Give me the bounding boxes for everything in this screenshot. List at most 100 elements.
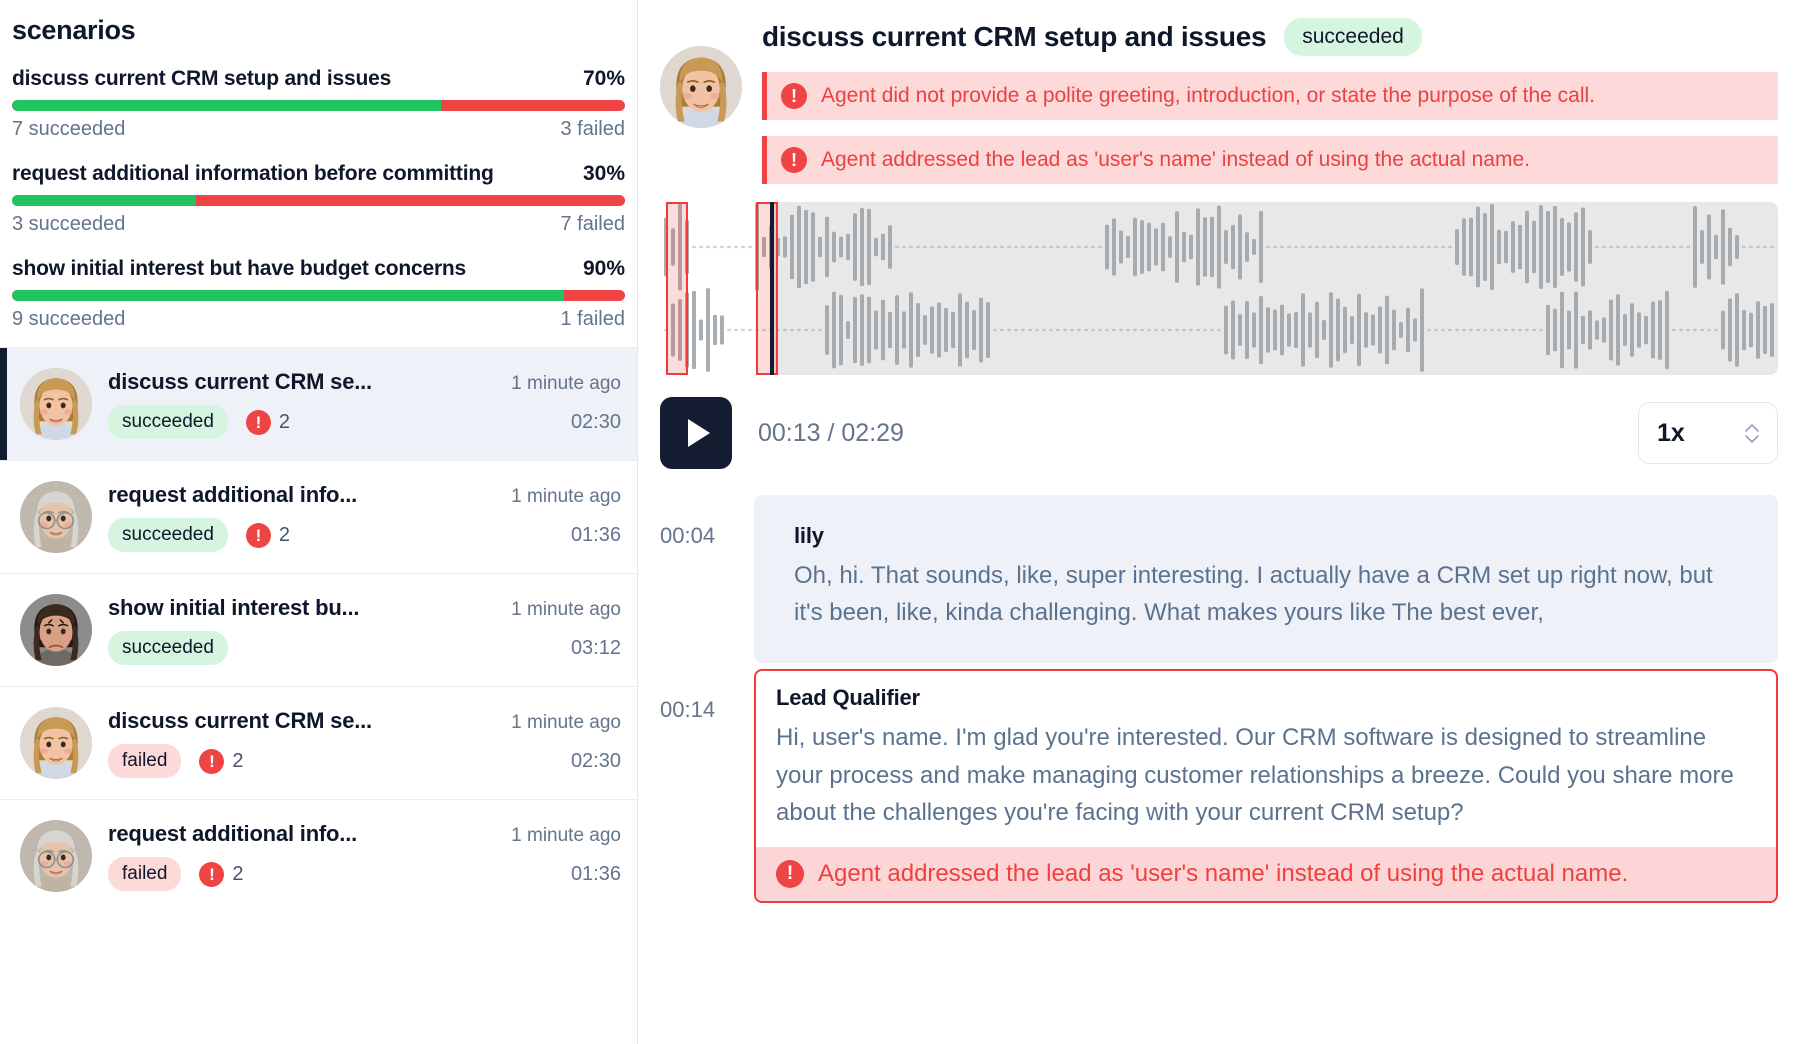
list-item-top: discuss current CRM se... 1 minute ago (108, 708, 621, 734)
issue-number: 2 (232, 862, 244, 885)
detail-header: discuss current CRM setup and issues suc… (660, 18, 1778, 184)
turn-timestamp: 00:04 (660, 523, 716, 548)
list-item-timestamp: 1 minute ago (511, 825, 621, 847)
detail-header-body: discuss current CRM setup and issues suc… (762, 18, 1778, 184)
error-icon: ! (781, 147, 807, 173)
alert-text: Agent did not provide a polite greeting,… (821, 84, 1595, 107)
list-item-duration: 02:30 (570, 749, 621, 772)
turn-timestamp: 00:14 (660, 697, 716, 723)
scenario-percent: 70% (582, 67, 625, 91)
list-item-body: request additional info... 1 minute ago su… (108, 482, 621, 553)
list-item-bottom: failed ! 2 01:36 (108, 857, 621, 892)
list-item-body: discuss current CRM se... 1 minute ago fai… (108, 708, 621, 779)
scenario-meta: 7 succeeded 3 failed (12, 118, 625, 141)
list-item[interactable]: discuss current CRM se... 1 minute ago suc… (0, 347, 637, 461)
scenario-percent: 90% (582, 257, 625, 281)
scenario-meta: 9 succeeded 1 failed (12, 308, 625, 331)
list-item-bottom: succeeded! 2 01:36 (108, 518, 621, 553)
list-item-body: discuss current CRM se... 1 minute ago suc… (108, 369, 621, 440)
error-icon: ! (781, 83, 807, 109)
issue-count: ! 2 (199, 748, 244, 774)
list-item[interactable]: discuss current CRM se... 1 minute ago fai… (0, 686, 637, 799)
run-list: discuss current CRM se... 1 minute ago suc… (0, 347, 637, 1044)
issue-count: ! 2 (245, 522, 290, 548)
turn-speaker: Lead Qualifier (776, 685, 920, 711)
list-item[interactable]: request additional info... 1 minute ago fa… (0, 799, 637, 912)
status-badge: succeeded (108, 518, 228, 553)
avatar (20, 707, 92, 780)
call-detail-panel: discuss current CRM setup and issues suc… (638, 0, 1806, 1044)
turn-alert: ! Agent addressed the lead as 'user's nam… (756, 846, 1776, 901)
list-item-bottom: succeeded! 2 02:30 (108, 405, 621, 440)
time-display: 00:13 / 02:29 (758, 418, 904, 447)
scenario-failed-count: 7 failed (560, 213, 626, 236)
scenario-failed-count: 1 failed (560, 308, 626, 331)
avatar (20, 594, 92, 667)
scenario-row: show initial interest but have budget co… (12, 257, 625, 281)
error-icon: ! (776, 859, 804, 888)
scenario-summary[interactable]: show initial interest but have budget co… (12, 257, 625, 331)
list-item-timestamp: 1 minute ago (511, 486, 621, 508)
list-item-title: request additional info... (108, 482, 358, 508)
turn-inner: lily Oh, hi. That sounds, like, super int… (774, 509, 1758, 647)
sidebar-title: scenarios (12, 15, 136, 45)
list-item-title: discuss current CRM se... (108, 708, 372, 734)
waveform-issue-region-2[interactable] (756, 202, 778, 375)
transcript-turn[interactable]: 00:14 Lead Qualifier Hi, user's name. I'm … (660, 669, 1778, 903)
list-item-duration: 03:12 (570, 636, 621, 659)
list-item-top: discuss current CRM se... 1 minute ago (108, 369, 621, 395)
play-button[interactable] (660, 397, 732, 469)
scenario-progress-fill (12, 290, 564, 302)
list-item-top: request additional info... 1 minute ago (108, 482, 621, 508)
scenario-summary[interactable]: request additional information before co… (12, 162, 625, 236)
scenario-summary[interactable]: discuss current CRM setup and issues 70% 7… (12, 67, 625, 141)
transcript-turn[interactable]: 00:04 lily Oh, hi. That sounds, like, supe… (660, 495, 1778, 664)
list-item-title: request additional info... (108, 821, 358, 847)
chevron-updown-icon (1745, 423, 1759, 444)
status-badge: succeeded (108, 631, 228, 666)
playback-speed-select[interactable]: 1x (1638, 402, 1778, 464)
list-item-bottom: failed! 2 02:30 (108, 744, 621, 779)
list-item-top: show initial interest bu... 1 minute ago (108, 595, 621, 621)
error-icon: ! (245, 522, 271, 548)
status-badge: succeeded (1284, 18, 1422, 56)
list-item[interactable]: request additional info... 1 minute ago su… (0, 460, 637, 573)
scenario-progress-bar (12, 100, 625, 112)
turn-speaker: lily (794, 523, 824, 548)
waveform-bars (664, 203, 1774, 372)
turn-body: lily Oh, hi. That sounds, like, super int… (754, 495, 1778, 664)
audio-waveform[interactable] (660, 202, 1778, 375)
scenario-meta: 3 succeeded 7 failed (12, 213, 625, 236)
scenario-succeeded-count: 9 succeeded (12, 308, 126, 331)
list-item[interactable]: show initial interest bu... 1 minute ago s… (0, 573, 637, 686)
issue-number: 2 (232, 749, 244, 772)
avatar (20, 368, 92, 441)
list-item-duration: 01:36 (570, 862, 621, 885)
avatar (660, 46, 742, 128)
sidebar-header: scenarios (0, 0, 637, 46)
error-icon: ! (199, 748, 225, 774)
scenario-summary-list: discuss current CRM setup and issues 70% 7… (0, 46, 637, 331)
list-item-top: request additional info... 1 minute ago (108, 821, 621, 847)
status-badge: failed (108, 857, 182, 892)
waveform-playhead[interactable] (770, 202, 774, 375)
error-icon: ! (245, 409, 271, 435)
scenario-percent: 30% (582, 162, 625, 186)
scenario-progress-bar (12, 195, 625, 207)
scenario-row: discuss current CRM setup and issues 70% (12, 67, 625, 91)
scenario-succeeded-count: 7 succeeded (12, 118, 126, 141)
playback-speed-value: 1x (1657, 418, 1685, 447)
app-root: scenarios discuss current CRM setup and … (0, 0, 1806, 1044)
list-item-timestamp: 1 minute ago (511, 712, 621, 734)
waveform-issue-region-1[interactable] (666, 202, 688, 375)
turn-text: Hi, user's name. I'm glad you're interes… (776, 724, 1734, 826)
scenarios-sidebar: scenarios discuss current CRM setup and … (0, 0, 638, 1044)
issue-count: ! 2 (199, 861, 244, 887)
list-item-timestamp: 1 minute ago (511, 373, 621, 395)
turn-alert-text: Agent addressed the lead as 'user's name… (818, 859, 1629, 887)
alert-list: ! Agent did not provide a polite greeting… (762, 72, 1778, 184)
scenario-row: request additional information before co… (12, 162, 625, 186)
player-controls: 00:13 / 02:29 1x (660, 397, 1778, 469)
alert-banner: ! Agent addressed the lead as 'user's nam… (762, 136, 1778, 184)
scenario-progress-bar (12, 290, 625, 302)
